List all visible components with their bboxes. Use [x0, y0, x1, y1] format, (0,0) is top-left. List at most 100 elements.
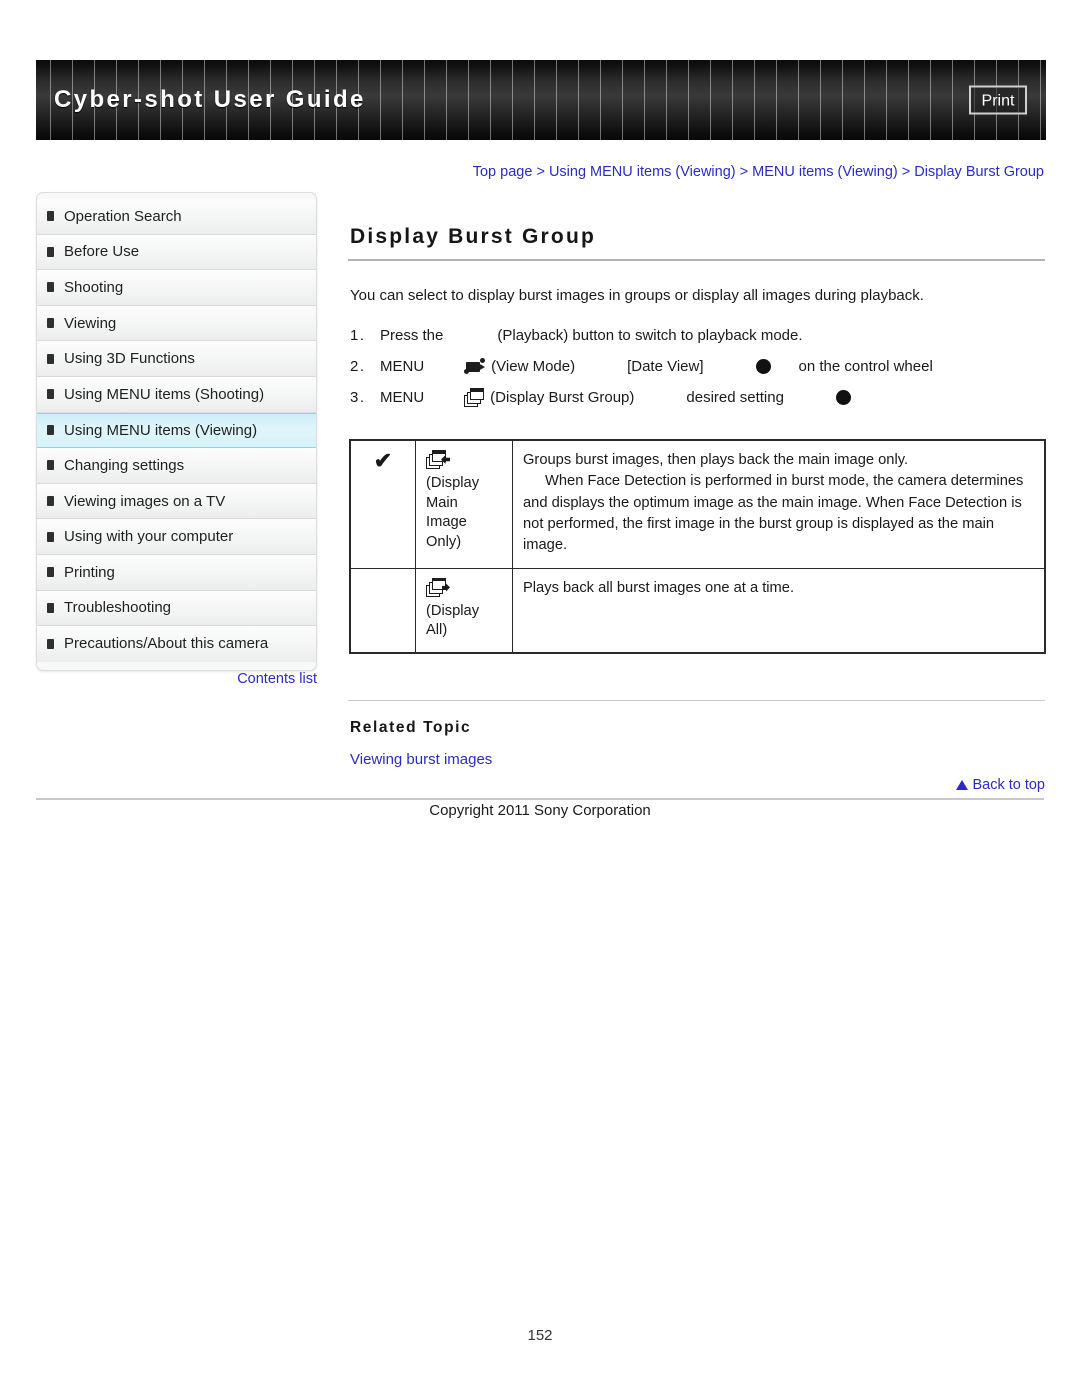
bullet-icon	[47, 602, 54, 613]
step-text-after: (View Mode)	[491, 358, 576, 375]
step-2: 2. MENU (View Mode) [Date View] on the c…	[350, 351, 1045, 382]
playback-icon	[471, 327, 497, 345]
step-number: 3.	[350, 389, 366, 406]
bullet-icon	[47, 211, 54, 222]
row-check-cell	[349, 567, 416, 654]
sidebar-item-label: Using MENU items (Shooting)	[64, 385, 265, 403]
view-mode-icon	[464, 358, 488, 375]
bullet-icon	[47, 567, 54, 578]
row-option-cell: (Display All)	[415, 567, 513, 654]
step-number: 1.	[350, 327, 366, 344]
options-table: ✔ (Display Main Image Only) Groups burst…	[349, 439, 1046, 654]
sidebar-item-troubleshooting[interactable]: Troubleshooting	[37, 590, 316, 627]
center-button-icon	[835, 390, 851, 405]
breadcrumb-separator: >	[536, 164, 545, 180]
sidebar-item-viewing-images-on-a-tv[interactable]: Viewing images on a TV	[37, 483, 316, 520]
breadcrumb-item-using-menu-items-viewing[interactable]: Using MENU items (Viewing)	[549, 164, 736, 180]
sidebar-item-precautions-about-this-camera[interactable]: Precautions/About this camera	[37, 626, 316, 662]
bullet-icon	[47, 353, 54, 364]
breadcrumb-item-display-burst-group[interactable]: Display Burst Group	[914, 164, 1044, 180]
steps-list: 1. Press the (Playback) button to switch…	[350, 320, 1045, 413]
step-tail-text: on the control wheel	[798, 358, 933, 375]
sidebar-item-before-use[interactable]: Before Use	[37, 234, 316, 271]
arrow-right-glyph	[442, 583, 450, 592]
bullet-icon	[47, 531, 54, 542]
arrow-left-glyph	[441, 455, 450, 464]
bullet-icon	[47, 425, 54, 436]
page-number: 152	[527, 1327, 553, 1344]
sidebar-item-label: Operation Search	[64, 207, 182, 225]
footer-divider	[36, 798, 1044, 800]
sidebar-item-printing[interactable]: Printing	[37, 554, 316, 591]
step-bracket-value: desired setting	[686, 389, 784, 406]
page-title: Display Burst Group	[350, 225, 596, 248]
sidebar-item-using-menu-items-shooting[interactable]: Using MENU items (Shooting)	[37, 376, 316, 413]
sidebar-item-label: Viewing	[64, 314, 117, 332]
copyright-text: Copyright 2011 Sony Corporation	[429, 802, 651, 819]
step-1: 1. Press the (Playback) button to switch…	[350, 320, 1045, 351]
row-check-cell: ✔	[349, 439, 416, 569]
sidebar-item-label: Shooting	[64, 278, 124, 296]
bullet-icon	[47, 638, 54, 649]
row-description-cell: Groups burst images, then plays back the…	[512, 439, 1046, 569]
option-description-line-1: Plays back all burst images one at a tim…	[523, 579, 795, 596]
sidebar-item-label: Precautions/About this camera	[64, 635, 269, 653]
app-title: Cyber-shot User Guide	[54, 86, 366, 113]
sidebar-item-shooting[interactable]: Shooting	[37, 270, 316, 306]
triangle-up-icon	[956, 780, 969, 790]
related-topic-link-viewing-burst-images[interactable]: Viewing burst images	[350, 751, 1045, 768]
breadcrumb-item-top-page[interactable]: Top page	[473, 164, 533, 180]
sidebar-item-label: Printing	[64, 563, 115, 581]
option-description-line-2: When Face Detection is performed in burs…	[523, 473, 1024, 554]
step-text-before: MENU	[380, 358, 425, 375]
sidebar-item-label: Using 3D Functions	[64, 350, 195, 368]
breadcrumb-separator: >	[739, 164, 749, 180]
row-description-cell: Plays back all burst images one at a tim…	[512, 567, 1046, 654]
step-bracket-value: [Date View]	[627, 358, 704, 375]
breadcrumb: Top page > Using MENU items (Viewing) > …	[36, 164, 1044, 180]
sidebar-item-using-with-your-computer[interactable]: Using with your computer	[37, 519, 316, 555]
breadcrumb-item-menu-items-viewing[interactable]: MENU items (Viewing)	[752, 164, 898, 180]
related-topic-heading: Related Topic	[350, 719, 472, 737]
sidebar-item-viewing[interactable]: Viewing	[37, 305, 316, 342]
related-divider	[348, 699, 1045, 702]
header-banner: Cyber-shot User Guide Print	[36, 60, 1046, 140]
display-burst-group-icon	[464, 388, 488, 407]
table-row: ✔ (Display Main Image Only) Groups burst…	[349, 439, 1046, 569]
bullet-icon	[47, 496, 54, 507]
sidebar-item-label: Using with your computer	[64, 528, 234, 546]
sidebar: Operation Search Before Use Shooting Vie…	[36, 192, 317, 671]
step-text-after: (Display Burst Group)	[490, 389, 635, 406]
bullet-icon	[47, 460, 54, 471]
sidebar-item-changing-settings[interactable]: Changing settings	[37, 448, 316, 484]
step-text-after: (Playback) button to switch to playback …	[497, 327, 803, 344]
title-divider	[348, 259, 1045, 261]
step-text-before: MENU	[380, 389, 425, 406]
print-button[interactable]: Print	[969, 85, 1027, 115]
sidebar-item-using-3d-functions[interactable]: Using 3D Functions	[37, 341, 316, 377]
contents-list-link[interactable]: Contents list	[36, 671, 317, 687]
step-number: 2.	[350, 358, 366, 375]
row-option-cell: (Display Main Image Only)	[415, 439, 513, 569]
bullet-icon	[47, 389, 54, 400]
sidebar-item-label: Viewing images on a TV	[64, 492, 226, 510]
center-button-icon	[755, 359, 771, 374]
back-to-top-label: Back to top	[972, 777, 1045, 793]
main-content: Display Burst Group You can select to di…	[348, 225, 1046, 768]
intro-paragraph: You can select to display burst images i…	[350, 287, 924, 304]
option-name: (Display Main Image Only)	[426, 475, 480, 550]
option-name: (Display All)	[426, 602, 480, 639]
sidebar-item-operation-search[interactable]: Operation Search	[37, 199, 316, 235]
sidebar-item-label: Before Use	[64, 243, 140, 261]
step-3: 3. MENU (Display Burst Group) desired se…	[350, 382, 1045, 413]
step-text-before: Press the	[380, 327, 444, 344]
back-to-top-link[interactable]: Back to top	[348, 777, 1045, 793]
sidebar-item-label: Using MENU items (Viewing)	[64, 421, 258, 439]
sidebar-item-using-menu-items-viewing[interactable]: Using MENU items (Viewing)	[37, 412, 316, 449]
bullet-icon	[47, 318, 54, 329]
sidebar-item-label: Changing settings	[64, 456, 185, 474]
bullet-icon	[47, 282, 54, 293]
bullet-icon	[47, 246, 54, 257]
sidebar-item-label: Troubleshooting	[64, 599, 172, 617]
table-row: (Display All) Plays back all burst image…	[349, 567, 1046, 654]
